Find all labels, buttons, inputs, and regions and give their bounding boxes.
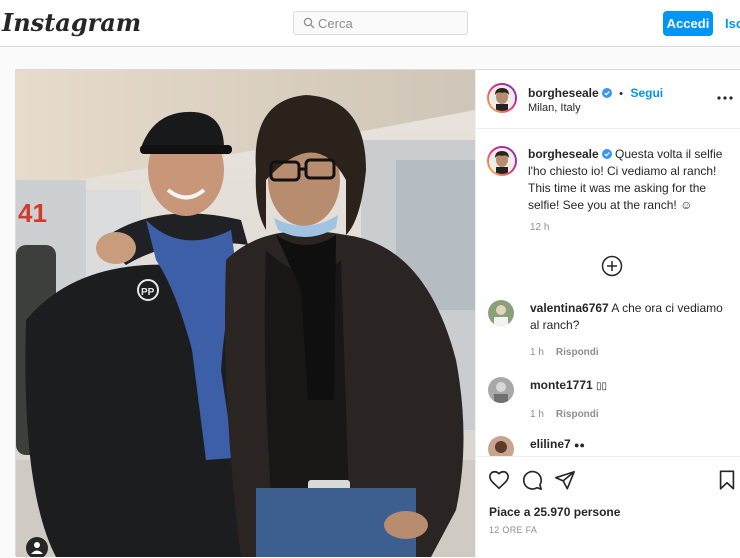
comment-icon[interactable] [521, 469, 543, 491]
comment-time[interactable]: 1 h [530, 347, 544, 358]
comment-item: monte1771 ▯▯ 1 h Rispondi [488, 377, 733, 427]
post-age[interactable]: 12 ORE FA [489, 525, 537, 535]
comment-item: valentina6767 A che ora ci vediamo al ra… [488, 300, 733, 360]
caption-avatar[interactable] [487, 146, 517, 176]
verified-icon [601, 149, 612, 159]
caption-username[interactable]: borgheseale [528, 147, 599, 161]
comment-username[interactable]: valentina6767 [530, 301, 609, 315]
photo-illustration: 41 PP [16, 70, 475, 557]
comment-item: eliline7 ●● [488, 436, 733, 456]
comment-meta: 1 h Rispondi [530, 406, 599, 423]
comment-username[interactable]: monte1771 [530, 378, 593, 392]
comment-time[interactable]: 1 h [530, 409, 544, 420]
share-icon[interactable] [554, 469, 576, 491]
post-sidebar: borgheseale • Segui Milan, Italy borghes… [475, 70, 740, 558]
author-username[interactable]: borgheseale [528, 86, 599, 100]
comment-meta: 1 h Rispondi [530, 344, 599, 361]
post-photo[interactable]: 41 PP [16, 70, 475, 557]
comment-text: ▯▯ [596, 381, 608, 392]
commenter-avatar[interactable] [488, 300, 514, 326]
instagram-logo[interactable]: Instagram [2, 8, 141, 37]
login-button[interactable]: Accedi [663, 11, 713, 36]
separator-dot: • [619, 88, 624, 100]
svg-text:PP: PP [141, 287, 155, 298]
likes-count[interactable]: Piace a 25.970 persone [489, 505, 620, 519]
comment-text: ●● [574, 440, 585, 450]
svg-text:41: 41 [18, 198, 47, 228]
top-navigation-bar: Instagram Accedi Iscriviti [0, 0, 740, 47]
reply-button[interactable]: Rispondi [556, 409, 599, 420]
commenter-avatar[interactable] [488, 436, 514, 456]
search-box[interactable] [293, 11, 468, 35]
heart-icon[interactable] [488, 469, 510, 491]
post-card: 41 PP borgheseale • Segui Milan, Italy b… [15, 69, 740, 558]
reply-button[interactable]: Rispondi [556, 347, 599, 358]
post-header: borgheseale • Segui Milan, Italy [476, 70, 740, 129]
search-input[interactable] [318, 14, 458, 32]
bookmark-icon[interactable] [716, 469, 738, 491]
commenter-avatar[interactable] [488, 377, 514, 403]
add-circle-icon[interactable] [601, 255, 623, 277]
follow-button[interactable]: Segui [630, 86, 663, 100]
search-icon [303, 17, 315, 29]
post-location[interactable]: Milan, Italy [528, 102, 581, 114]
comment-username[interactable]: eliline7 [530, 437, 571, 451]
author-avatar[interactable] [487, 83, 517, 113]
signup-link[interactable]: Iscriviti [725, 16, 740, 31]
post-actions: Piace a 25.970 persone 12 ORE FA [476, 456, 740, 558]
more-options-icon[interactable] [717, 96, 733, 100]
verified-icon [601, 88, 612, 98]
caption-timestamp[interactable]: 12 h [530, 222, 549, 233]
